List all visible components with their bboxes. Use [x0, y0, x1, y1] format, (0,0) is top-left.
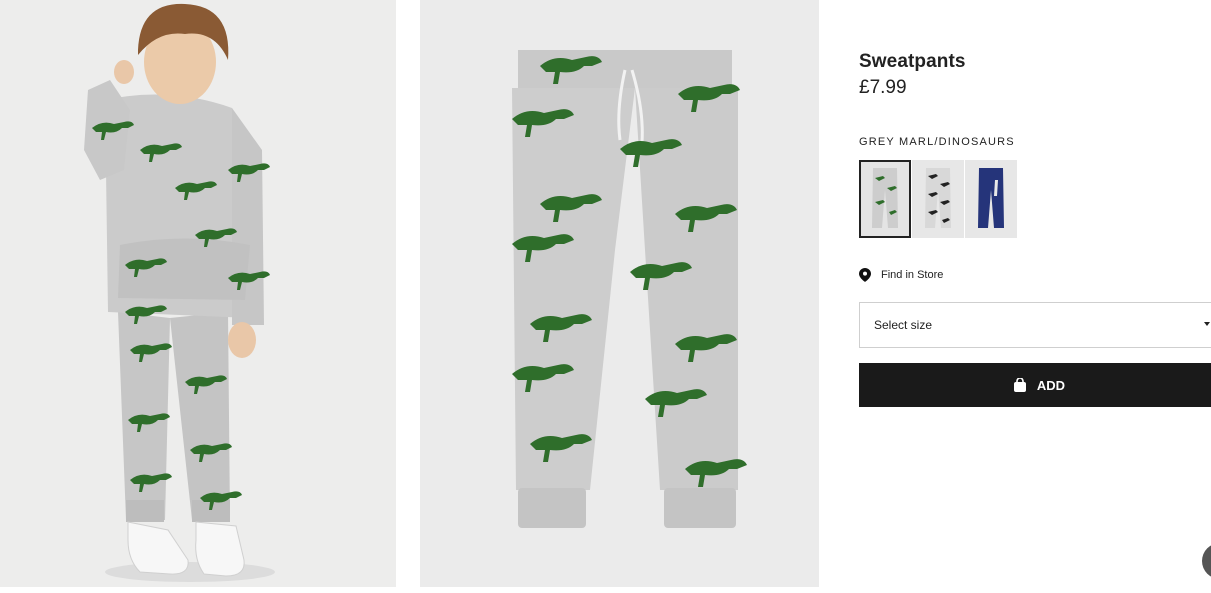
size-select[interactable]: Select size	[859, 302, 1211, 348]
add-button-label: ADD	[1036, 377, 1066, 393]
product-info-panel: Sweatpants £7.99 GREY MARL/DINOSAURS Fin…	[859, 0, 1211, 593]
shopping-bag-icon	[1013, 378, 1026, 392]
location-pin-icon	[859, 268, 871, 282]
model-photo	[84, 3, 275, 582]
swatch-thumbnail	[872, 168, 898, 228]
swatch-thumbnail	[925, 168, 951, 228]
find-in-store-link[interactable]: Find in Store	[859, 268, 943, 282]
color-name: GREY MARL/DINOSAURS	[859, 136, 1015, 148]
swatch-thumbnail	[978, 168, 1004, 228]
swatch-light-grey-black[interactable]	[912, 160, 964, 238]
product-image[interactable]	[420, 0, 819, 587]
product-price: £7.99	[859, 77, 907, 98]
chevron-down-icon	[1204, 322, 1210, 326]
find-in-store-label: Find in Store	[881, 269, 944, 281]
color-swatches	[859, 160, 1017, 238]
add-to-bag-button[interactable]: ADD	[859, 363, 1211, 407]
sweatpants-photo	[512, 50, 747, 528]
swatch-dark-blue[interactable]	[965, 160, 1017, 238]
model-image[interactable]	[0, 0, 396, 587]
product-title: Sweatpants	[859, 51, 966, 72]
size-select-placeholder: Select size	[874, 318, 933, 332]
swatch-grey-marl-dinosaurs[interactable]	[859, 160, 911, 238]
